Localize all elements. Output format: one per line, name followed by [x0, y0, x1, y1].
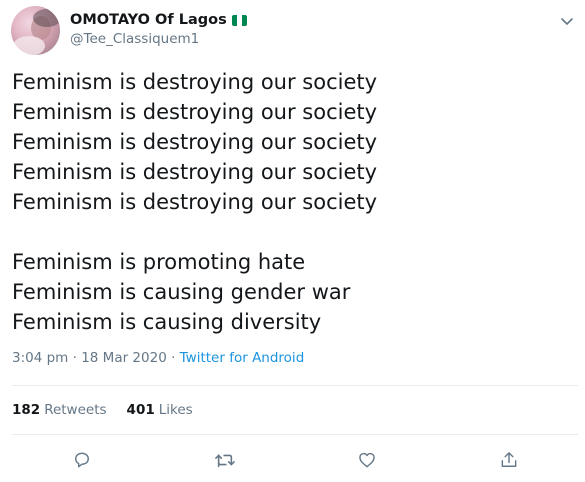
action-bar [0, 448, 585, 472]
meta-separator: · [166, 350, 180, 366]
avatar-image [13, 9, 60, 55]
heart-icon[interactable] [355, 448, 379, 472]
likes-stat[interactable]: 401 Likes [127, 402, 193, 418]
divider [12, 385, 578, 386]
retweet-count: 182 [12, 402, 41, 418]
tweet-line: Feminism is destroying our society [12, 190, 378, 214]
tweet-line: Feminism is destroying our society [12, 130, 378, 154]
tweet-line: Feminism is causing gender war [12, 280, 351, 304]
tweet-meta: 3:04 pm · 18 Mar 2020 · Twitter for Andr… [12, 350, 304, 366]
author-name-row: OMOTAYO Of Lagos [70, 10, 247, 30]
tweet-line: Feminism is destroying our society [12, 100, 378, 124]
retweet-label: Retweets [44, 402, 107, 418]
meta-separator: · [68, 350, 82, 366]
nigeria-flag-icon [231, 14, 247, 26]
tweet-card: OMOTAYO Of Lagos @Tee_Classiquem1 Femini… [0, 0, 585, 482]
tweet-line: Feminism is destroying our society [12, 160, 378, 184]
chevron-down-icon[interactable] [559, 13, 575, 29]
tweet-line: Feminism is promoting hate [12, 250, 306, 274]
display-name[interactable]: OMOTAYO Of Lagos [70, 12, 227, 28]
divider [12, 434, 578, 435]
tweet-source-link[interactable]: Twitter for Android [180, 350, 305, 366]
tweet-date[interactable]: 18 Mar 2020 [81, 350, 167, 366]
user-handle[interactable]: @Tee_Classiquem1 [70, 31, 199, 47]
like-count: 401 [126, 402, 155, 418]
retweets-stat[interactable]: 182 Retweets [12, 402, 107, 418]
engagement-stats: 182 Retweets 401 Likes [12, 402, 193, 418]
tweet-line: Feminism is destroying our society [12, 70, 378, 94]
avatar[interactable] [11, 6, 60, 55]
tweet-line: Feminism is causing diversity [12, 310, 322, 334]
like-label: Likes [158, 402, 193, 418]
tweet-time[interactable]: 3:04 pm [12, 350, 68, 366]
retweet-icon[interactable] [213, 448, 237, 472]
reply-icon[interactable] [70, 448, 94, 472]
paragraph-break [12, 217, 572, 247]
tweet-text: Feminism is destroying our society Femin… [12, 67, 572, 337]
share-icon[interactable] [497, 448, 521, 472]
